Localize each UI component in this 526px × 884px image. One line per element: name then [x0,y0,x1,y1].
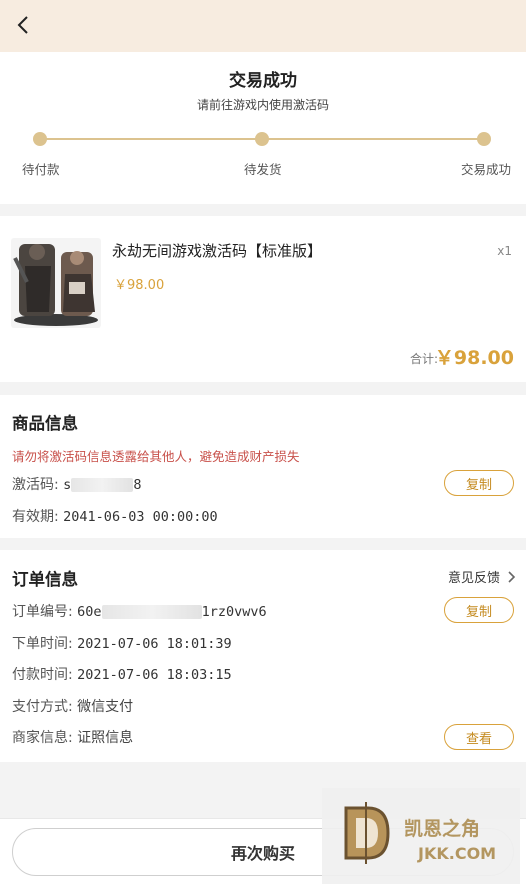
back-button[interactable] [10,12,36,38]
product-quantity: x1 [497,244,512,258]
step-label-pending-shipment: 待发货 [244,162,282,177]
goods-info-title: 商品信息 [12,414,78,433]
goods-info-card: 商品信息 请勿将激活码信息透露给其他人，避免造成财产损失 激活码: s8 复制 … [0,395,526,538]
watermark-text-line2: JKK.COM [418,844,497,863]
total-label: 合计: [409,352,438,366]
payment-time-label: 付款时间: [12,667,73,683]
redacted-order-number [101,605,202,619]
order-number-row: 订单编号: 60e 1rz0vwv6 [12,601,267,621]
copy-code-button[interactable]: 复制 [444,470,514,496]
payment-method-row: 支付方式: 微信支付 [12,696,133,716]
redacted-code [71,478,134,492]
order-number-suffix: 1rz0vwv6 [201,604,267,620]
feedback-label: 意见反馈 [447,571,500,586]
security-warning: 请勿将激活码信息透露给其他人，避免造成财产损失 [12,449,300,464]
merchant-info-row: 商家信息: 证照信息 [12,727,133,747]
validity-value: 2041-06-03 00:00:00 [63,509,218,525]
status-subtitle: 请前往游戏内使用激活码 [196,98,329,112]
activation-code-row: 激活码: s 8 [12,474,141,494]
total-amount: ￥98.00 [434,347,514,369]
product-card: 永劫无间游戏激活码【标准版】 x1 ￥98.00 合计: ￥98.00 [0,216,526,382]
step-dot-completed [477,132,491,146]
order-info-card: 订单信息 意见反馈 订单编号: 60e 1rz0vwv6 复制 下单时间: 202… [0,550,526,762]
watermark-text-line1: 凯恩之角 [404,818,481,840]
merchant-info-label: 商家信息: [12,730,73,746]
product-image[interactable] [11,238,101,328]
merchant-info-value: 证照信息 [77,730,134,746]
product-figures-illustration [13,244,98,326]
order-status-card: 交易成功 请前往游戏内使用激活码 待付款 待发货 交易成功 [0,52,526,204]
order-time-label: 下单时间: [12,636,73,652]
activation-code-label: 激活码: [12,477,59,493]
product-price: ￥98.00 [114,278,165,293]
payment-method-value: 微信支付 [77,699,134,715]
watermark-logo-icon [344,802,390,864]
payment-method-label: 支付方式: [12,699,73,715]
chevron-right-icon [508,570,516,583]
step-label-completed: 交易成功 [460,162,511,177]
feedback-link[interactable]: 意见反馈 [448,567,516,586]
validity-row: 有效期: 2041-06-03 00:00:00 [12,506,218,526]
top-nav-bar [0,0,526,52]
order-info-title: 订单信息 [12,570,78,589]
order-time-row: 下单时间: 2021-07-06 18:01:39 [12,633,232,653]
validity-label: 有效期: [12,509,59,525]
chevron-left-icon [17,16,28,34]
view-merchant-button[interactable]: 查看 [444,724,514,750]
activation-code-suffix: 8 [133,477,142,493]
activation-code-prefix: s [63,477,72,493]
order-number-label: 订单编号: [12,604,73,620]
step-label-pending-payment: 待付款 [22,162,60,177]
copy-order-number-button[interactable]: 复制 [444,597,514,623]
order-time-value: 2021-07-06 18:01:39 [77,636,232,652]
site-watermark: 凯恩之角 JKK.COM [322,788,520,884]
step-dot-pending-shipment [255,132,269,146]
payment-time-row: 付款时间: 2021-07-06 18:03:15 [12,664,232,684]
product-name[interactable]: 永劫无间游戏激活码【标准版】 [112,240,322,261]
payment-time-value: 2021-07-06 18:03:15 [77,667,232,683]
step-dot-pending-payment [33,132,47,146]
order-number-prefix: 60e [77,604,102,620]
status-title: 交易成功 [229,71,297,91]
